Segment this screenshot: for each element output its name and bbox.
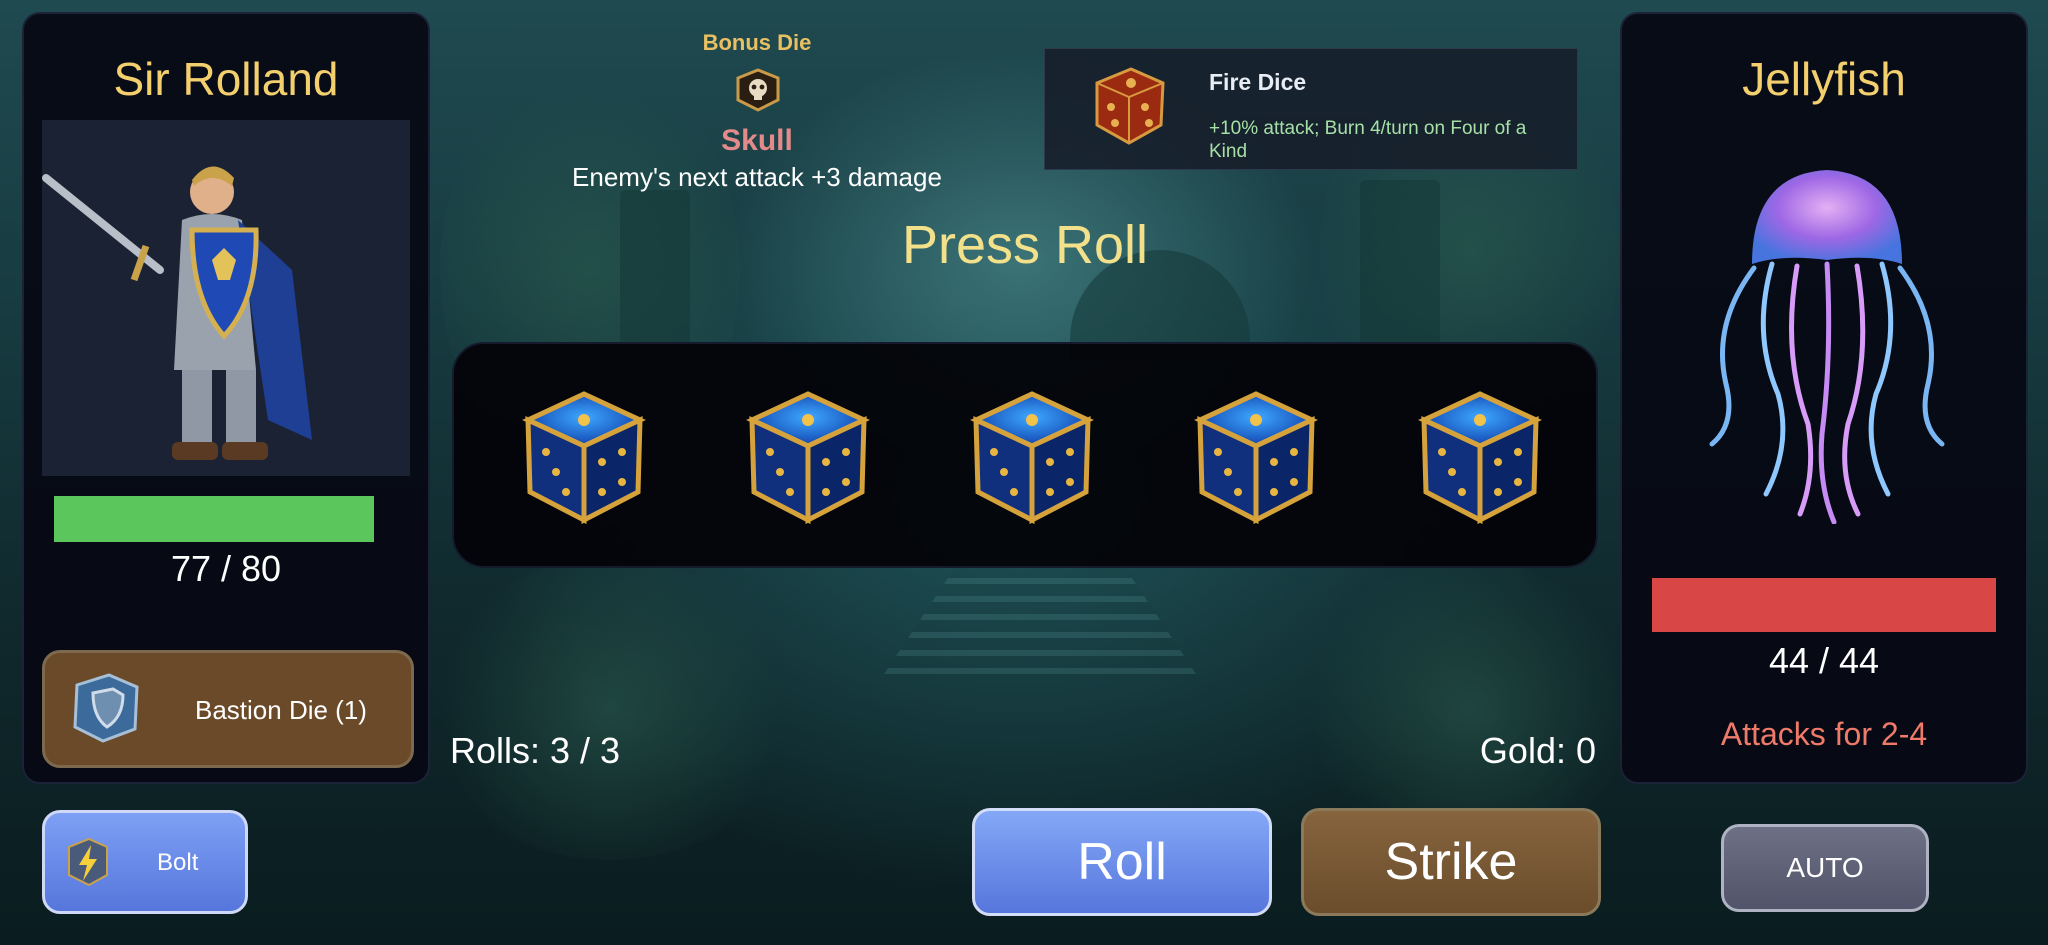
bastion-die-button[interactable]: Bastion Die (1)	[42, 650, 414, 768]
jellyfish-icon	[1709, 170, 1945, 524]
blue-gold-die-icon	[746, 391, 870, 525]
die-2[interactable]	[742, 380, 872, 530]
fire-dice-title: Fire Dice	[1209, 69, 1307, 95]
bonus-die-description: Enemy's next attack +3 damage	[572, 162, 942, 192]
player-hp-text: 77 / 80	[170, 548, 282, 589]
fire-die-icon	[1095, 67, 1165, 145]
die-1[interactable]	[518, 380, 648, 530]
fire-dice-card: Fire Dice +10% attack; Burn 4/turn on Fo…	[1044, 48, 1578, 170]
auto-button[interactable]: AUTO	[1721, 824, 1929, 912]
blue-gold-die-icon	[522, 391, 646, 525]
player-hp-fill	[54, 496, 374, 542]
player-panel: Sir Rolland 77 / 80 Bastion Die (1)	[22, 12, 430, 784]
enemy-hp-bar	[1652, 578, 1996, 632]
bolt-label: Bolt	[157, 849, 199, 876]
skull-die-icon	[736, 68, 780, 112]
knight-icon	[42, 166, 312, 460]
fire-dice-description: +10% attack; Burn 4/turn on Four of a Ki…	[1209, 118, 1527, 162]
player-name: Sir Rolland	[113, 53, 339, 105]
roll-button[interactable]: Roll	[972, 808, 1272, 916]
die-5[interactable]	[1414, 380, 1544, 530]
strike-button[interactable]: Strike	[1301, 808, 1601, 916]
bastion-die-label: Bastion Die (1)	[195, 695, 367, 725]
dice-tray	[452, 342, 1598, 568]
status-text: Press Roll	[901, 215, 1149, 275]
enemy-hp-text: 44 / 44	[1768, 640, 1880, 681]
blue-gold-die-icon	[970, 391, 1094, 525]
player-hp-bar	[54, 496, 386, 542]
lightning-icon	[68, 837, 108, 887]
enemy-name: Jellyfish	[1742, 53, 1906, 105]
rolls-counter: Rolls: 3 / 3	[450, 730, 621, 771]
die-4[interactable]	[1190, 380, 1320, 530]
bonus-die-name: Skull	[721, 124, 793, 157]
knight-portrait	[42, 120, 410, 476]
blue-gold-die-icon	[1418, 391, 1542, 525]
shield-die-icon	[73, 673, 139, 743]
bolt-button[interactable]: Bolt	[42, 810, 248, 914]
enemy-hp-fill	[1652, 578, 1996, 632]
die-3[interactable]	[966, 380, 1096, 530]
gold-counter: Gold: 0	[1479, 730, 1596, 771]
enemy-panel: Jellyfish 44 / 44 Attacks for 2-4	[1620, 12, 2028, 784]
blue-gold-die-icon	[1194, 391, 1318, 525]
bonus-die-title: Bonus Die	[702, 30, 812, 55]
enemy-attack-text: Attacks for 2-4	[1720, 716, 1928, 752]
